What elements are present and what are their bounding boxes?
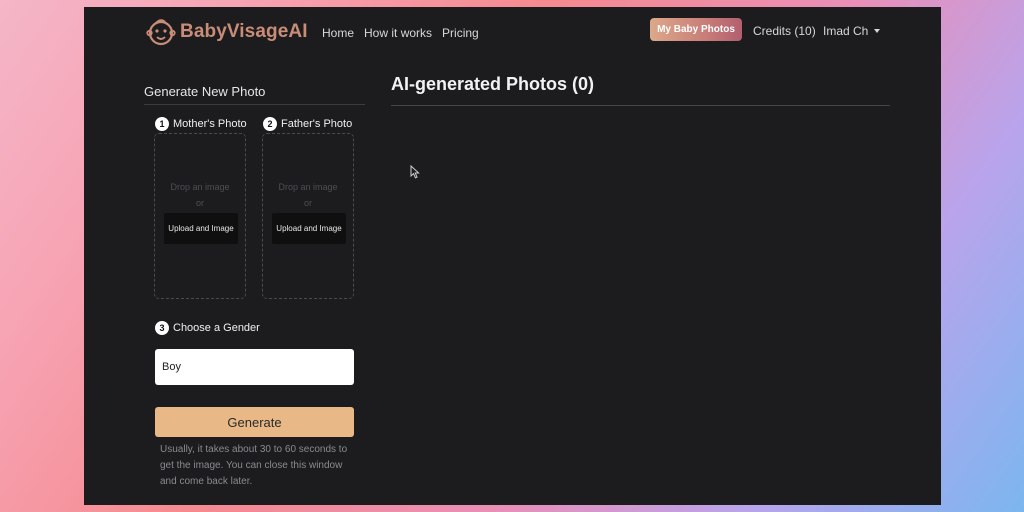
upload-mother-button[interactable]: Upload and Image <box>164 213 238 244</box>
drop-text: Drop an image <box>170 182 230 192</box>
step-father: 2 Father's Photo <box>263 117 352 131</box>
navbar: BabyVisageAI Home How it works Pricing M… <box>84 7 941 59</box>
generate-button[interactable]: Generate <box>155 407 354 437</box>
step-label: Father's Photo <box>281 118 353 130</box>
step-label: Mother's Photo <box>173 118 247 130</box>
brand[interactable]: BabyVisageAI <box>146 17 308 47</box>
gender-select[interactable] <box>155 349 354 385</box>
caret-down-icon <box>874 29 881 33</box>
nav-link-home[interactable]: Home <box>322 26 354 40</box>
page-title: AI-generated Photos (0) <box>391 74 595 94</box>
user-menu[interactable]: Imad Ch <box>823 24 881 38</box>
app-window: BabyVisageAI Home How it works Pricing M… <box>84 7 941 505</box>
panel-divider <box>144 104 365 105</box>
drop-text: Drop an image <box>278 182 338 192</box>
step-label: Choose a Gender <box>173 322 260 334</box>
my-baby-photos-button[interactable]: My Baby Photos <box>650 18 742 41</box>
nav-link-how-it-works[interactable]: How it works <box>364 26 432 40</box>
mother-photo-dropzone[interactable]: Drop an image or Upload and Image <box>154 133 246 299</box>
or-text: or <box>303 198 312 208</box>
step-mother: 1 Mother's Photo <box>155 117 247 131</box>
brand-name: BabyVisageAI <box>180 21 308 42</box>
main-divider <box>391 105 890 106</box>
user-name: Imad Ch <box>823 24 869 38</box>
mouse-pointer-icon <box>410 165 420 179</box>
nav-links: Home How it works Pricing <box>322 26 479 40</box>
step-number: 3 <box>155 321 169 335</box>
generation-hint: Usually, it takes about 30 to 60 seconds… <box>160 444 348 487</box>
upload-father-button[interactable]: Upload and Image <box>272 213 346 244</box>
credits-link[interactable]: Credits (10) <box>753 24 816 38</box>
father-photo-dropzone[interactable]: Drop an image or Upload and Image <box>262 133 354 299</box>
nav-link-pricing[interactable]: Pricing <box>442 26 479 40</box>
step-number: 1 <box>155 117 169 131</box>
baby-face-icon <box>146 19 176 46</box>
step-number: 2 <box>263 117 277 131</box>
step-gender: 3 Choose a Gender <box>155 321 260 335</box>
or-text: or <box>195 198 204 208</box>
panel-title: Generate New Photo <box>144 84 266 99</box>
